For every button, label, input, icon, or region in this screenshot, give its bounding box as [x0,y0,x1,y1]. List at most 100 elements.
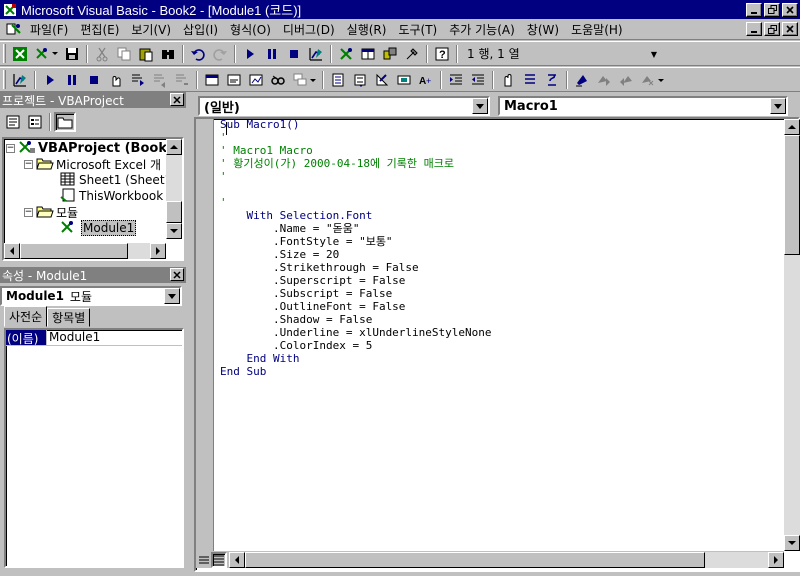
view-code-icon[interactable] [2,112,24,133]
project-tree-hscrollbar[interactable] [4,243,166,259]
code-line[interactable]: End Sub [220,365,784,378]
step-into-icon[interactable] [127,69,149,90]
tab-categorized[interactable]: 항목별 [47,308,91,327]
scroll-right-icon[interactable] [150,243,166,259]
redo-icon[interactable] [209,43,231,64]
collapse-toggle[interactable]: − [24,207,33,217]
list-properties-icon[interactable] [327,69,349,90]
vba-app-icon[interactable] [2,2,18,18]
reset-icon[interactable] [283,43,305,64]
code-line[interactable]: End With [220,352,784,365]
code-line[interactable]: ' [220,131,784,144]
menu-addins[interactable]: 추가 기능(A) [443,21,521,38]
copy-icon[interactable] [113,43,135,64]
code-hscrollbar[interactable] [229,551,784,568]
tree-sheet1[interactable]: Sheet1 (Sheet1 [79,173,172,187]
uncomment-block-icon[interactable] [541,69,563,90]
design-mode-icon-2[interactable] [9,69,31,90]
procedure-combo[interactable]: Macro1 [498,96,788,116]
step-over-icon[interactable] [149,69,171,90]
scroll-down-icon[interactable] [784,535,800,551]
help-icon[interactable]: ? [431,43,453,64]
scroll-thumb[interactable] [784,135,800,255]
scroll-left-icon[interactable] [4,243,20,259]
code-line[interactable]: .Size = 20 [220,248,784,261]
code-line[interactable]: .Name = "돋움" [220,222,784,235]
menu-edit[interactable]: 편집(E) [74,21,125,38]
insert-module-icon[interactable] [31,43,61,64]
code-line[interactable]: With Selection.Font [220,209,784,222]
hand-icon[interactable] [497,69,519,90]
doc-restore-button[interactable] [764,22,780,36]
module-icon[interactable] [4,20,24,38]
tree-thisworkbook[interactable]: ThisWorkbook [79,189,163,203]
code-line[interactable] [220,183,784,196]
procedure-view-icon[interactable] [196,552,211,567]
find-icon[interactable] [157,43,179,64]
step-out-icon[interactable] [171,69,193,90]
menu-format[interactable]: 형식(O) [224,21,277,38]
watch-window-icon[interactable] [245,69,267,90]
tab-alphabetic[interactable]: 사전순 [4,306,48,327]
tree-modules[interactable]: 모듈 [56,204,78,221]
scroll-left-icon[interactable] [229,551,245,568]
object-combo[interactable]: (일반) [198,96,490,116]
tree-root[interactable]: VBAProject (Book2 [38,141,176,156]
parameter-info-icon[interactable] [393,69,415,90]
toolbox-icon[interactable] [401,43,423,64]
toggle-bookmark-icon[interactable] [571,69,593,90]
code-line[interactable]: .Underline = xlUnderlineStyleNone [220,326,784,339]
tree-excel-objects[interactable]: Microsoft Excel 개 [56,156,161,173]
doc-close-button[interactable] [782,22,798,36]
call-stack-icon[interactable] [289,69,319,90]
code-editor[interactable]: Sub Macro1() ' ' Macro1 Macro ' 황기성이(가) 200… [220,118,784,550]
design-mode-icon[interactable] [305,43,327,64]
scroll-thumb[interactable] [245,551,705,568]
menu-window[interactable]: 창(W) [521,21,565,38]
immediate-window-icon[interactable] [223,69,245,90]
list-constants-icon[interactable] [349,69,371,90]
previous-bookmark-icon[interactable] [615,69,637,90]
next-bookmark-icon[interactable] [593,69,615,90]
project-explorer-icon[interactable] [335,43,357,64]
complete-word-icon[interactable]: A + [415,69,437,90]
scroll-up-icon[interactable] [166,139,182,155]
code-line[interactable]: .Shadow = False [220,313,784,326]
toolbar-options-icon[interactable]: ▼ [651,50,657,59]
code-line[interactable]: Sub Macro1() [220,118,784,131]
collapse-toggle[interactable]: − [6,143,15,153]
quick-watch-icon[interactable] [267,69,289,90]
break-icon-2[interactable] [61,69,83,90]
code-line[interactable]: .Superscript = False [220,274,784,287]
code-line[interactable]: ' Macro1 Macro [220,144,784,157]
paste-icon[interactable] [135,43,157,64]
collapse-toggle[interactable]: − [24,159,33,169]
comment-block-icon[interactable] [519,69,541,90]
scroll-thumb[interactable] [166,201,182,223]
close-button[interactable] [782,2,798,17]
chevron-down-icon[interactable] [472,98,488,114]
view-object-icon[interactable] [24,112,46,133]
restore-button[interactable] [764,2,780,17]
project-tree-vscrollbar[interactable] [166,139,182,239]
code-line[interactable]: ' 황기성이(가) 2000-04-18에 기록한 매크로 [220,157,784,170]
run-icon-2[interactable] [39,69,61,90]
full-module-view-icon[interactable] [211,551,227,568]
excel-icon[interactable] [9,43,31,64]
scroll-up-icon[interactable] [784,119,800,135]
scroll-right-icon[interactable] [768,551,784,568]
code-line[interactable]: .FontStyle = "보통" [220,235,784,248]
run-icon[interactable] [239,43,261,64]
toggle-breakpoint-icon[interactable] [105,69,127,90]
menu-view[interactable]: 보기(V) [125,21,177,38]
properties-pane-close-icon[interactable] [170,268,184,281]
locals-window-icon[interactable] [201,69,223,90]
code-line[interactable]: .ColorIndex = 5 [220,339,784,352]
project-pane-close-icon[interactable] [170,93,184,106]
code-line[interactable]: .Strikethrough = False [220,261,784,274]
save-icon[interactable] [61,43,83,64]
margin-indicator-bar[interactable] [196,119,214,551]
tree-module1[interactable]: Module1 [81,220,137,236]
code-line[interactable]: .OutlineFont = False [220,300,784,313]
scroll-thumb[interactable] [20,243,128,259]
